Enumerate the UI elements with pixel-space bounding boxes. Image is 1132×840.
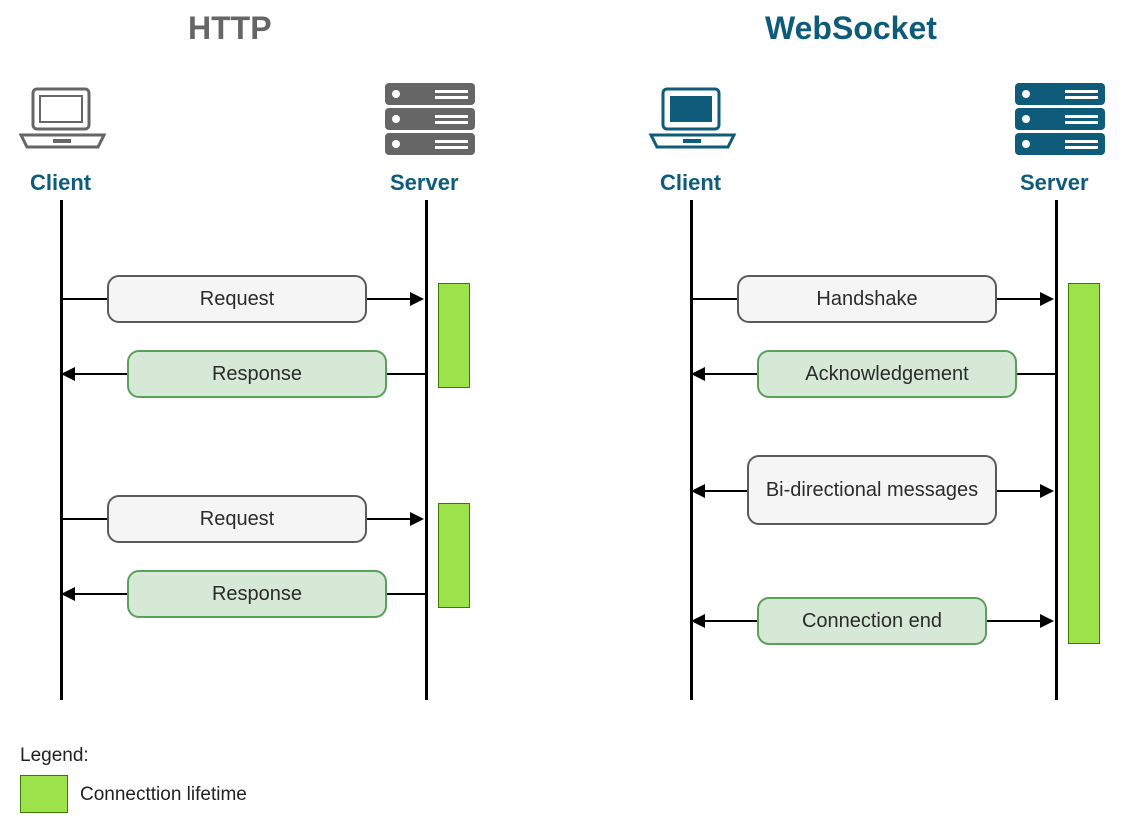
arrowhead-icon	[691, 614, 705, 628]
http-title: HTTP	[188, 10, 272, 47]
handshake-box: Handshake	[737, 275, 997, 323]
connection-lifetime	[438, 503, 470, 608]
arrowhead-icon	[61, 587, 75, 601]
connection-lifetime	[1068, 283, 1100, 644]
arrowhead-icon	[1040, 614, 1054, 628]
server-label: Server	[1020, 170, 1089, 196]
arrowhead-icon	[691, 367, 705, 381]
legend-lifetime-label: Connecttion lifetime	[80, 784, 247, 806]
server-label: Server	[390, 170, 459, 196]
laptop-icon	[15, 85, 110, 160]
arrowhead-icon	[1040, 484, 1054, 498]
arrowhead-icon	[1040, 292, 1054, 306]
legend-swatch-lifetime	[20, 775, 68, 813]
response-box: Response	[127, 570, 387, 618]
request-box: Request	[107, 495, 367, 543]
request-box: Request	[107, 275, 367, 323]
lifeline-http-client	[60, 200, 63, 700]
websocket-title: WebSocket	[765, 10, 937, 47]
acknowledgement-box: Acknowledgement	[757, 350, 1017, 398]
server-icon	[1010, 80, 1110, 165]
lifeline-ws-server	[1055, 200, 1058, 700]
connection-lifetime	[438, 283, 470, 388]
arrowhead-icon	[410, 292, 424, 306]
laptop-icon	[645, 85, 740, 160]
arrowhead-icon	[61, 367, 75, 381]
arrowhead-icon	[410, 512, 424, 526]
response-box: Response	[127, 350, 387, 398]
client-label: Client	[30, 170, 91, 196]
legend-heading: Legend:	[20, 745, 89, 767]
connection-end-box: Connection end	[757, 597, 987, 645]
arrowhead-icon	[691, 484, 705, 498]
lifeline-http-server	[425, 200, 428, 700]
client-label: Client	[660, 170, 721, 196]
bidirectional-box: Bi-directional messages	[747, 455, 997, 525]
server-icon	[380, 80, 480, 165]
